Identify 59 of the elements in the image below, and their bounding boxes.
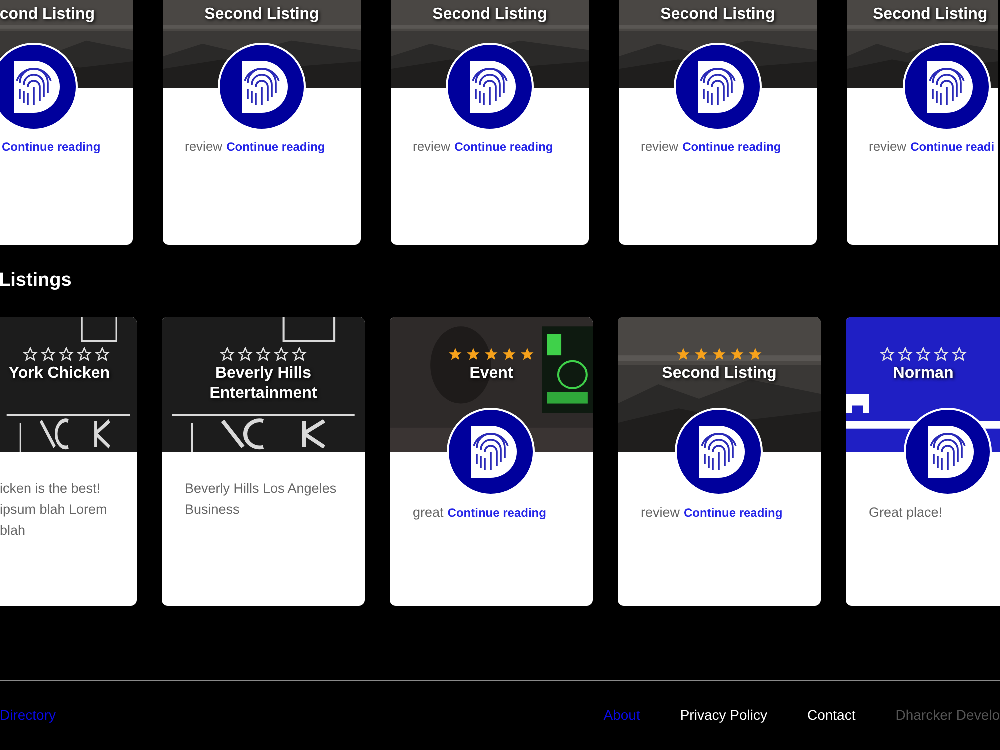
listing-title: Norman [893,364,954,384]
continue-reading-link[interactable]: Continue reading [684,506,783,520]
star-icon [676,347,691,362]
star-icon [466,347,481,362]
star-icon [41,347,56,362]
star-icon [748,347,763,362]
star-icon [77,347,92,362]
star-icon [238,347,253,362]
continue-reading-link[interactable]: Continue readi [910,140,995,154]
listing-title: Second Listing [873,5,988,25]
star-icon [916,347,931,362]
listing-title: cond Listing [0,5,95,25]
listing-excerpt: great [413,505,444,520]
listing-title: Second Listing [660,5,776,25]
fingerprint-logo-icon [218,43,306,131]
star-icon [256,347,271,362]
continue-reading-link[interactable]: Continue reading [448,506,546,520]
star-icon [274,347,289,362]
listing-excerpt: review [413,139,451,154]
listing-excerpt: review [641,139,679,154]
star-icon [520,347,535,362]
listing-excerpt: review [185,139,223,154]
continue-reading-link[interactable]: Continue reading [226,140,326,154]
star-icon [59,347,74,362]
star-icon [502,347,517,362]
listing-title: Event [470,364,514,384]
listing-title: Second Listing [204,5,320,25]
star-icon [448,347,463,362]
star-icon [880,347,895,362]
footer-link[interactable]: Contact [807,705,856,726]
listing-title: Second Listing [432,5,548,25]
listing-description: Beverly Hills Los Angeles Business [185,480,338,519]
star-icon [730,347,745,362]
listing-title: Beverly Hills Entertainment [208,364,318,404]
footer-credit: Dharcker Develo [896,706,1000,725]
star-icon [934,347,949,362]
star-icon [898,347,913,362]
continue-reading-link[interactable]: Continue reading [2,140,101,154]
footer-link[interactable]: Privacy Policy [680,705,768,726]
listing-title: Second Listing [662,364,777,384]
listing-description: Great place! [869,504,944,522]
star-icon [694,347,709,362]
listing-excerpt: review [869,139,907,154]
fingerprint-logo-icon [903,43,991,131]
star-icon [484,347,499,362]
star-icon [23,347,38,362]
listing-excerpt: review [641,505,680,520]
listing-description: icken is the best! ipsum blah Lorem blah [0,480,108,540]
star-icon [292,347,307,362]
star-icon [952,347,967,362]
star-icon [712,347,727,362]
fingerprint-logo-icon [674,43,762,131]
continue-reading-link[interactable]: Continue reading [454,140,554,154]
fingerprint-logo-icon [446,43,534,131]
section-heading: Listings [0,268,72,293]
listing-title: York Chicken [8,364,110,384]
star-icon [220,347,235,362]
star-icon [95,347,110,362]
continue-reading-link[interactable]: Continue reading [682,140,782,154]
